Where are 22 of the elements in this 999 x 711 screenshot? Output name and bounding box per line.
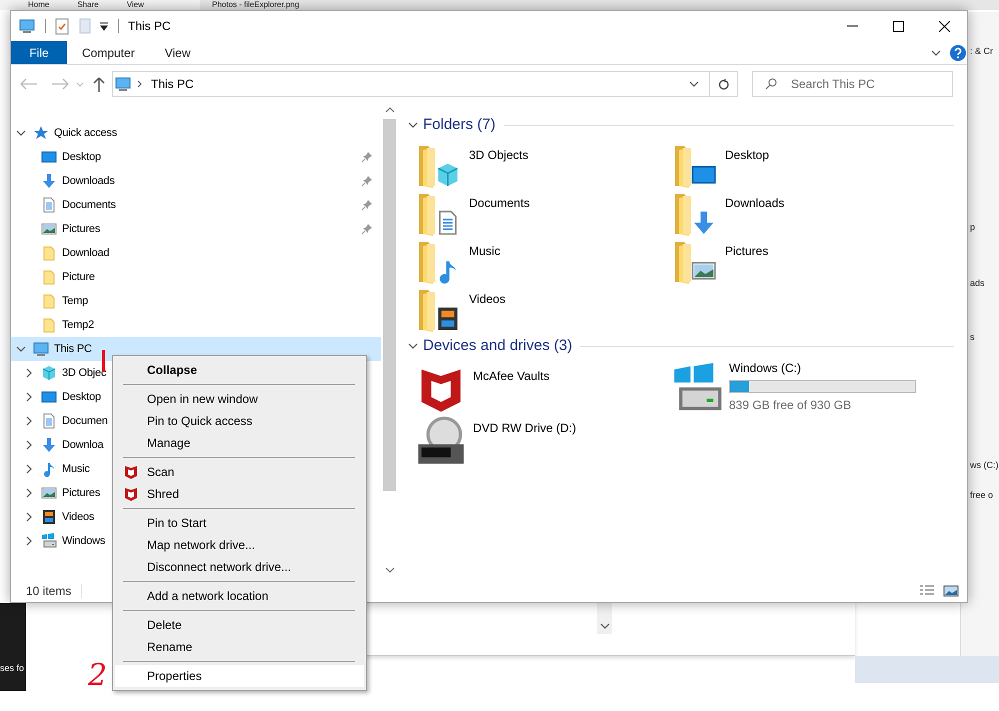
fragment-text: s (970, 332, 974, 343)
item-label: Desktop (725, 147, 770, 164)
fragment-text: free o (970, 490, 994, 501)
fragment-text: ws (C:) (970, 460, 998, 471)
item-label: Music (469, 243, 500, 260)
item-label: Videos (469, 291, 506, 308)
fragment-text: : & Cr (970, 46, 994, 57)
fragment-text: ads (970, 278, 985, 289)
free-space-text: 839 GB free of 930 GB (729, 397, 852, 414)
window-title: Photos - fileExplorer.png (212, 0, 300, 9)
fragment-text: ses fo (0, 663, 24, 673)
item-label: DVD RW Drive (D:) (473, 420, 576, 437)
window-title: This PC (128, 18, 171, 35)
item-label: Pictures (725, 243, 768, 260)
item-label: Documents (469, 195, 530, 212)
item-label: Downloads (725, 195, 784, 212)
fragment-text: p (970, 222, 976, 233)
annotation-number: 2 (88, 660, 108, 692)
item-label: 3D Objects (469, 147, 528, 164)
item-label: Windows (C:) (729, 360, 802, 377)
item-count: 10 items (26, 582, 72, 600)
item-label: McAfee Vaults (473, 368, 550, 385)
